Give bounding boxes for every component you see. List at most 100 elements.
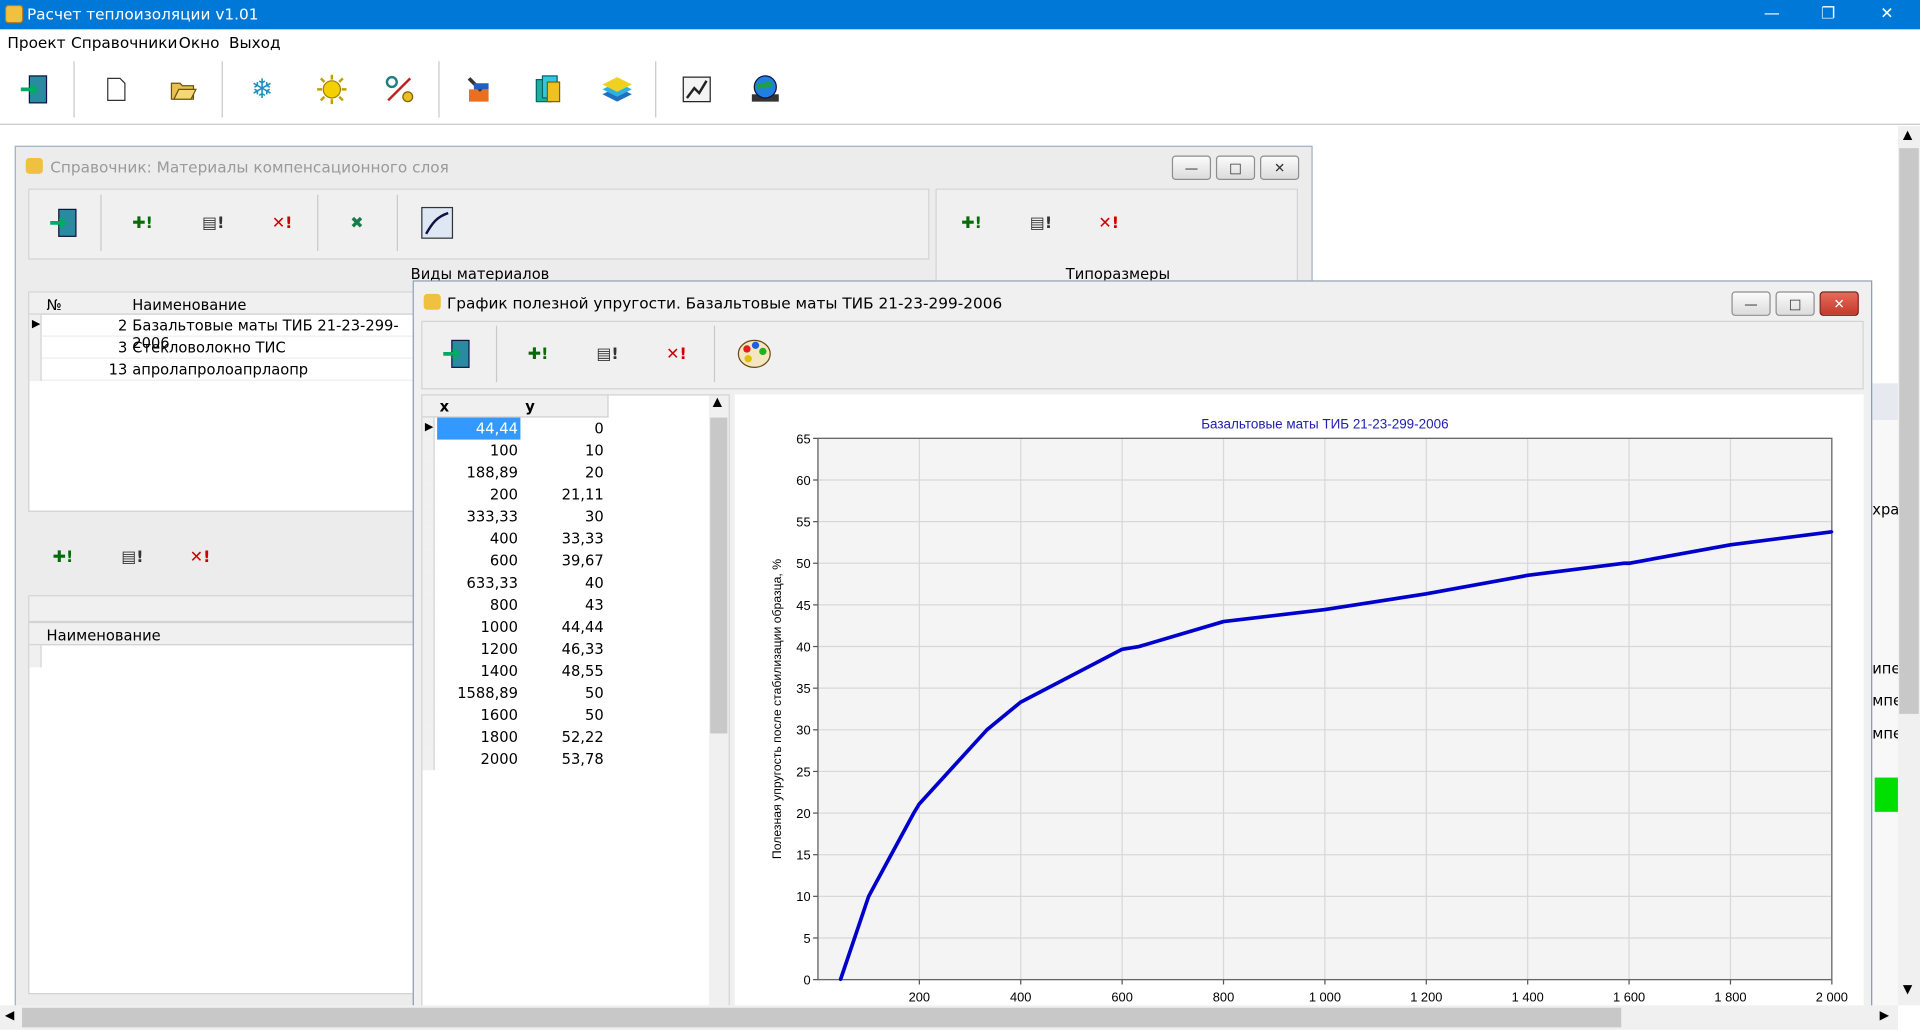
cell-x[interactable]: 100 bbox=[437, 440, 520, 462]
stack-icon[interactable] bbox=[599, 71, 636, 108]
scrollbar-thumb[interactable] bbox=[710, 417, 728, 734]
menu-exit[interactable]: Выход bbox=[229, 33, 281, 51]
column-name[interactable]: Наименование bbox=[47, 627, 161, 644]
add-item-icon[interactable]: ✚! bbox=[53, 549, 74, 567]
column-name[interactable]: Наименование bbox=[132, 296, 246, 313]
table-row[interactable]: 1600 50 bbox=[422, 704, 608, 727]
cell-y[interactable]: 44,44 bbox=[523, 616, 606, 638]
palette-icon[interactable] bbox=[736, 337, 773, 376]
cell-x[interactable]: 188,89 bbox=[437, 462, 520, 484]
cell-x[interactable]: 44,44 bbox=[437, 417, 521, 440]
table-row[interactable]: 1800 52,22 bbox=[422, 726, 608, 749]
scroll-left-arrow-icon[interactable]: ◀ bbox=[5, 1009, 14, 1022]
add-point-icon[interactable]: ✚! bbox=[528, 345, 549, 363]
main-vertical-scrollbar[interactable]: ▲ ▼ bbox=[1897, 126, 1920, 1006]
cell-y[interactable]: 48,55 bbox=[523, 660, 606, 682]
edit-record-icon[interactable]: ▤! bbox=[202, 214, 224, 232]
table-row[interactable]: 1200 46,33 bbox=[422, 637, 608, 661]
cell-x[interactable]: 1400 bbox=[437, 660, 520, 682]
chart-report-icon[interactable] bbox=[678, 71, 715, 108]
delete-size-icon[interactable]: ✕! bbox=[1098, 214, 1119, 232]
window-close-button[interactable]: ✕ bbox=[1260, 155, 1300, 181]
table-row[interactable]: 400 33,33 bbox=[422, 527, 608, 550]
cell-y[interactable]: 20 bbox=[523, 462, 606, 484]
column-num[interactable]: № bbox=[47, 296, 62, 313]
cell-x[interactable]: 633,33 bbox=[437, 572, 520, 594]
table-row[interactable]: 2000 53,78 bbox=[422, 748, 608, 771]
column-x[interactable]: x bbox=[440, 398, 449, 415]
cell-x[interactable]: 333,33 bbox=[437, 506, 520, 528]
cell-x[interactable]: 400 bbox=[437, 528, 520, 550]
cell-y[interactable]: 33,33 bbox=[523, 528, 606, 550]
minimize-button[interactable]: — bbox=[1744, 0, 1800, 29]
scroll-right-arrow-icon[interactable]: ▶ bbox=[1880, 1009, 1889, 1022]
cell-x[interactable]: 1600 bbox=[437, 704, 520, 726]
close-button[interactable]: ✕ bbox=[1859, 0, 1915, 29]
scrollbar-thumb[interactable] bbox=[22, 1007, 1622, 1028]
new-document-icon[interactable] bbox=[98, 71, 135, 108]
add-record-icon[interactable]: ✚! bbox=[132, 214, 153, 232]
cell-y[interactable]: 40 bbox=[523, 572, 606, 594]
cell-y[interactable]: 0 bbox=[523, 418, 606, 440]
chart-curve-icon[interactable] bbox=[421, 206, 454, 239]
scroll-up-arrow-icon[interactable]: ▲ bbox=[1903, 129, 1912, 142]
table-row[interactable]: 600 39,67 bbox=[422, 549, 608, 572]
excel-export-icon[interactable]: ✖ bbox=[350, 214, 363, 232]
window-maximize-button[interactable]: □ bbox=[1775, 291, 1815, 316]
table-row[interactable]: 333,33 30 bbox=[422, 505, 608, 528]
window-maximize-button[interactable]: □ bbox=[1215, 155, 1256, 181]
sun-icon[interactable] bbox=[313, 71, 350, 108]
table-row[interactable]: 200 21,11 bbox=[422, 483, 608, 506]
table-row[interactable]: 100 10 bbox=[422, 439, 608, 462]
percent-icon[interactable] bbox=[382, 71, 419, 108]
edit-point-icon[interactable]: ▤! bbox=[596, 345, 618, 363]
column-y[interactable]: y bbox=[525, 398, 535, 415]
lower-grid[interactable]: Наименование bbox=[28, 622, 418, 995]
materials-grid[interactable]: № Наименование ▶ 2 Базальтовые маты ТИБ 21… bbox=[28, 291, 418, 512]
table-row[interactable]: 1000 44,44 bbox=[422, 615, 608, 638]
exit-door-icon[interactable] bbox=[47, 204, 84, 241]
scrollbar-thumb[interactable] bbox=[1899, 148, 1919, 714]
cell-y[interactable]: 46,33 bbox=[523, 638, 606, 660]
cell-y[interactable]: 30 bbox=[523, 506, 606, 528]
window-minimize-button[interactable]: — bbox=[1171, 155, 1212, 181]
cell-y[interactable]: 21,11 bbox=[523, 484, 606, 506]
open-folder-icon[interactable] bbox=[165, 71, 202, 108]
table-row[interactable]: 3 Стекловолокно ТИС bbox=[29, 336, 417, 359]
table-row[interactable]: ▶ 2 Базальтовые маты ТИБ 21-23-299-2006 bbox=[29, 314, 417, 351]
cell-x[interactable]: 200 bbox=[437, 484, 520, 506]
delete-point-icon[interactable]: ✕! bbox=[666, 345, 687, 363]
globe-icon[interactable] bbox=[747, 71, 784, 108]
cell-y[interactable]: 10 bbox=[523, 440, 606, 462]
cell-x[interactable]: 1588,89 bbox=[437, 682, 520, 704]
menu-references[interactable]: Справочники bbox=[71, 33, 177, 51]
delete-record-icon[interactable]: ✕! bbox=[272, 214, 293, 232]
edit-item-icon[interactable]: ▤! bbox=[121, 549, 143, 567]
cell-y[interactable]: 50 bbox=[523, 704, 606, 726]
window-minimize-button[interactable]: — bbox=[1731, 291, 1771, 316]
snowflake-icon[interactable]: ❄ bbox=[244, 71, 281, 108]
add-size-icon[interactable]: ✚! bbox=[961, 214, 982, 232]
restore-button[interactable]: ❐ bbox=[1800, 0, 1856, 29]
table-row[interactable]: 188,89 20 bbox=[422, 461, 608, 484]
table-row[interactable]: ▶ 44,44 0 bbox=[422, 417, 608, 440]
exit-door-icon[interactable] bbox=[440, 336, 477, 373]
table-row[interactable]: 13 апролапролоапрлаопр bbox=[29, 358, 417, 381]
cell-x[interactable]: 800 bbox=[437, 594, 520, 616]
exit-door-icon[interactable] bbox=[17, 71, 54, 108]
menu-project[interactable]: Проект bbox=[7, 33, 65, 51]
delete-item-icon[interactable]: ✕! bbox=[190, 549, 211, 567]
scroll-down-arrow-icon[interactable]: ▼ bbox=[1903, 983, 1912, 996]
cell-y[interactable]: 39,67 bbox=[523, 550, 606, 572]
table-row[interactable]: 800 43 bbox=[422, 593, 608, 616]
layers-icon[interactable] bbox=[530, 71, 567, 108]
cell-x[interactable]: 600 bbox=[437, 550, 520, 572]
cell-x[interactable]: 1000 bbox=[437, 616, 520, 638]
menu-window[interactable]: Окно bbox=[179, 33, 220, 51]
cell-y[interactable]: 50 bbox=[523, 682, 606, 704]
points-grid[interactable]: x y ▶ 44,44 0 100 10 188,89 20 200 21,11 333,33 30… bbox=[421, 394, 730, 1009]
main-horizontal-scrollbar[interactable]: ◀ ▶ bbox=[0, 1005, 1898, 1030]
cell-x[interactable]: 1800 bbox=[437, 726, 520, 748]
cell-x[interactable]: 2000 bbox=[437, 748, 520, 770]
table-row[interactable]: 633,33 40 bbox=[422, 571, 608, 594]
